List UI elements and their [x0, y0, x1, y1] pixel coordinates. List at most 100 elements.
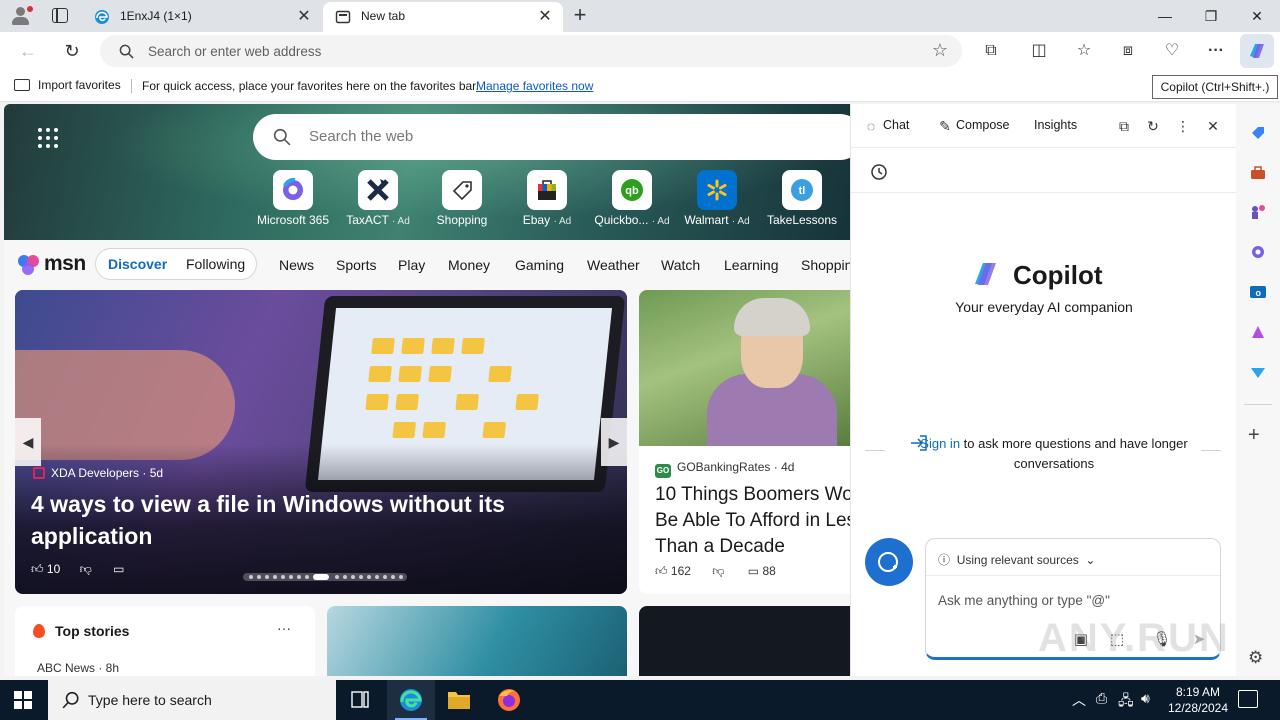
- dark-story-card[interactable]: [639, 606, 850, 676]
- tab-compose[interactable]: Compose: [956, 118, 1010, 132]
- close-tab-icon[interactable]: ✕: [535, 7, 555, 27]
- close-panel-icon[interactable]: ✕: [1203, 116, 1223, 136]
- more-options-icon[interactable]: ⋮: [1173, 116, 1193, 136]
- meet-now-icon[interactable]: ⎙: [1096, 690, 1107, 707]
- favorites-icon[interactable]: ☆: [1072, 39, 1096, 63]
- games-icon[interactable]: [1249, 203, 1267, 221]
- comment-icon[interactable]: ▭: [113, 562, 124, 576]
- like-icon[interactable]: 👍︎: [655, 564, 668, 578]
- history-icon[interactable]: [869, 162, 889, 182]
- quick-link-ebay[interactable]: Ebay · Ad: [507, 170, 587, 232]
- nav-news[interactable]: News: [279, 257, 314, 273]
- open-in-new-icon[interactable]: ⧉: [1114, 116, 1134, 136]
- new-tab-page-icon: [335, 10, 351, 24]
- restore-button[interactable]: ❐: [1188, 0, 1234, 32]
- dislike-icon[interactable]: 👎︎: [80, 562, 92, 576]
- manage-favorites-link[interactable]: Manage favorites now: [476, 79, 593, 93]
- quick-link-microsoft-365[interactable]: Microsoft 365: [253, 170, 333, 232]
- story-source[interactable]: ABC News · 8h: [37, 661, 119, 675]
- nav-money[interactable]: Money: [448, 257, 490, 273]
- sources-dropdown[interactable]: ⓘ Using relevant sources ⌄: [938, 551, 1095, 568]
- close-tab-icon[interactable]: ✕: [294, 7, 314, 27]
- microsoft-365-icon[interactable]: [1249, 243, 1267, 261]
- favorite-star-icon[interactable]: ☆: [932, 40, 948, 61]
- tab-insights[interactable]: Insights: [1034, 118, 1077, 132]
- story-age: 5d: [149, 466, 164, 480]
- notifications-icon[interactable]: [1238, 690, 1258, 708]
- add-app-icon[interactable]: +: [1248, 425, 1260, 445]
- search-icon: [62, 691, 79, 709]
- nav-learning[interactable]: Learning: [724, 257, 779, 273]
- story-title[interactable]: 4 ways to view a file in Windows without…: [31, 488, 571, 552]
- extensions-icon[interactable]: ⧉: [979, 39, 1003, 63]
- nav-shopping[interactable]: Shoppin: [801, 257, 850, 273]
- quick-link-takelessons[interactable]: tl TakeLessons: [762, 170, 842, 232]
- nav-watch[interactable]: Watch: [661, 257, 700, 273]
- minimize-button[interactable]: —: [1142, 0, 1188, 32]
- profile-icon[interactable]: [10, 6, 33, 26]
- side-story-card[interactable]: GO GOBankingRates · 4d 10 Things Boomers …: [639, 290, 850, 594]
- refresh-icon[interactable]: ↻: [1143, 116, 1163, 136]
- main-story-card[interactable]: ◀ ▶ XDA Developers · 5d 4 ways to view a…: [15, 290, 627, 594]
- app-launcher-icon[interactable]: [38, 128, 58, 148]
- copilot-button[interactable]: [1240, 34, 1274, 68]
- volume-icon[interactable]: 🔊︎: [1141, 690, 1150, 707]
- sign-in-link[interactable]: Sign in: [920, 436, 960, 451]
- comment-icon[interactable]: ▭: [748, 564, 759, 578]
- chevron-up-icon[interactable]: ︿: [1072, 690, 1086, 710]
- quick-link-walmart[interactable]: Walmart · Ad: [677, 170, 757, 232]
- microsoft-365-icon: [273, 170, 313, 210]
- browser-essentials-icon[interactable]: ♡: [1160, 39, 1184, 63]
- tab-following[interactable]: Following: [186, 256, 245, 272]
- back-button[interactable]: ←: [14, 37, 42, 65]
- taskbar-search-input[interactable]: Type here to search: [48, 680, 336, 720]
- task-view-icon[interactable]: [336, 680, 384, 720]
- ad-label: · Ad: [553, 216, 572, 227]
- file-explorer-icon[interactable]: [435, 680, 483, 720]
- edge-taskbar-icon[interactable]: [387, 680, 435, 720]
- taskbar-search-placeholder: Type here to search: [88, 692, 212, 708]
- toolbox-icon[interactable]: [1249, 164, 1267, 182]
- network-icon[interactable]: 🖧︎: [1118, 690, 1134, 714]
- firefox-icon[interactable]: [485, 680, 533, 720]
- clock[interactable]: 8:19 AM 12/28/2024: [1160, 684, 1236, 716]
- split-screen-icon[interactable]: ◫: [1027, 39, 1051, 63]
- like-icon[interactable]: 👍︎: [31, 562, 44, 576]
- shopping-story-card[interactable]: [327, 606, 627, 676]
- outlook-icon[interactable]: o: [1249, 283, 1267, 301]
- comment-count: 88: [762, 564, 776, 578]
- address-input[interactable]: Search or enter web address ☆: [100, 35, 962, 67]
- new-topic-button[interactable]: [865, 538, 913, 586]
- quick-link-shopping[interactable]: Shopping: [422, 170, 502, 232]
- tag-icon[interactable]: [1249, 124, 1267, 142]
- drop-icon[interactable]: [1249, 363, 1267, 381]
- tab-1enxj4[interactable]: 1EnxJ4 (1×1) ✕: [82, 2, 322, 32]
- gear-icon[interactable]: ⚙: [1248, 648, 1263, 668]
- story-title[interactable]: 10 Things Boomers Won't Be Able To Affor…: [655, 482, 850, 560]
- more-options-button[interactable]: ···: [277, 620, 291, 636]
- clock-date: 12/28/2024: [1167, 701, 1229, 715]
- nav-weather[interactable]: Weather: [587, 257, 640, 273]
- tab-discover[interactable]: Discover: [108, 256, 167, 272]
- new-tab-button[interactable]: +: [568, 4, 592, 27]
- tab-chat[interactable]: Chat: [883, 118, 909, 132]
- nav-sports[interactable]: Sports: [336, 257, 376, 273]
- dislike-icon[interactable]: 👎︎: [712, 564, 724, 578]
- refresh-button[interactable]: ↻: [58, 37, 86, 65]
- carousel-next-button[interactable]: ▶: [601, 418, 627, 466]
- import-favorites-button[interactable]: Import favorites: [14, 78, 121, 92]
- designer-icon[interactable]: [1249, 323, 1267, 341]
- quick-link-quickbooks[interactable]: qb Quickbo... · Ad: [592, 170, 672, 232]
- nav-play[interactable]: Play: [398, 257, 425, 273]
- tab-actions-icon[interactable]: [52, 8, 68, 23]
- windows-start-icon[interactable]: [14, 691, 32, 709]
- web-search-input[interactable]: Search the web: [253, 114, 850, 160]
- quick-link-taxact[interactable]: TaxACT · Ad: [338, 170, 418, 232]
- settings-more-icon[interactable]: ···: [1204, 39, 1228, 63]
- carousel-prev-button[interactable]: ◀: [15, 418, 41, 466]
- nav-gaming[interactable]: Gaming: [515, 257, 564, 273]
- tab-new-tab[interactable]: New tab ✕: [323, 2, 563, 32]
- close-window-button[interactable]: ✕: [1234, 0, 1280, 32]
- collections-icon[interactable]: ⧈: [1116, 39, 1140, 63]
- carousel-pager[interactable]: [243, 573, 407, 581]
